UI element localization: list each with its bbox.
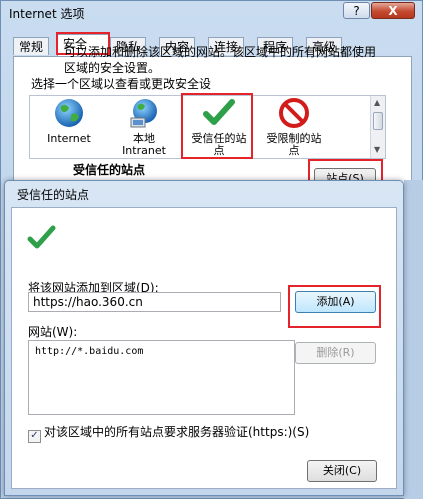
zone-local-intranet-label: 本地 Intranet (122, 132, 166, 157)
websites-label: 网站(W): (28, 325, 78, 339)
zone-list-scrollbar[interactable]: ▲ ▼ (370, 96, 385, 158)
zone-internet[interactable]: Internet (34, 96, 104, 145)
highlight-add-button (288, 285, 381, 328)
zone-prompt: 选择一个区域以查看或更改安全设 (31, 77, 212, 91)
green-checkmark-icon (27, 225, 56, 249)
globe-icon (55, 99, 83, 127)
dialog-close-button[interactable]: 关闭(C) (307, 460, 377, 482)
selected-zone-title: 受信任的站点 (73, 163, 146, 177)
site-url-input[interactable] (28, 292, 281, 312)
window-close-button[interactable]: X (371, 2, 415, 19)
background-window-edge (404, 180, 423, 499)
intranet-globe-icon (130, 99, 157, 128)
https-checkbox-row[interactable]: ✓ 对该区域中的所有站点要求服务器验证(https:)(S) (28, 423, 309, 443)
zone-restricted-sites-label: 受限制的站 点 (266, 132, 322, 157)
https-checkbox-label: 对该区域中的所有站点要求服务器验证(https:)(S) (44, 425, 310, 439)
tab-general[interactable]: 常规 (13, 37, 50, 55)
no-entry-icon (279, 98, 309, 128)
dialog-description: 可以添加和删除该区域的网站。该区域中的所有网站都使用区域的安全设置。 (64, 45, 377, 75)
scroll-down-arrow-icon[interactable]: ▼ (374, 145, 380, 154)
zone-internet-label: Internet (47, 132, 91, 145)
dialog-title: 受信任的站点 (17, 188, 90, 202)
scroll-thumb[interactable] (373, 112, 383, 130)
list-item[interactable]: http://*.baidu.com (35, 346, 143, 357)
highlight-trusted-zone (181, 93, 253, 159)
help-button[interactable]: ? (343, 2, 370, 19)
websites-list[interactable]: http://*.baidu.com (28, 340, 295, 415)
remove-button[interactable]: 删除(R) (295, 342, 376, 364)
scroll-up-arrow-icon[interactable]: ▲ (374, 98, 380, 107)
zone-restricted-sites[interactable]: 受限制的站 点 (259, 96, 329, 157)
zone-local-intranet[interactable]: 本地 Intranet (109, 96, 179, 157)
window-title: Internet 选项 (9, 7, 85, 21)
https-checkbox[interactable]: ✓ (28, 430, 41, 443)
